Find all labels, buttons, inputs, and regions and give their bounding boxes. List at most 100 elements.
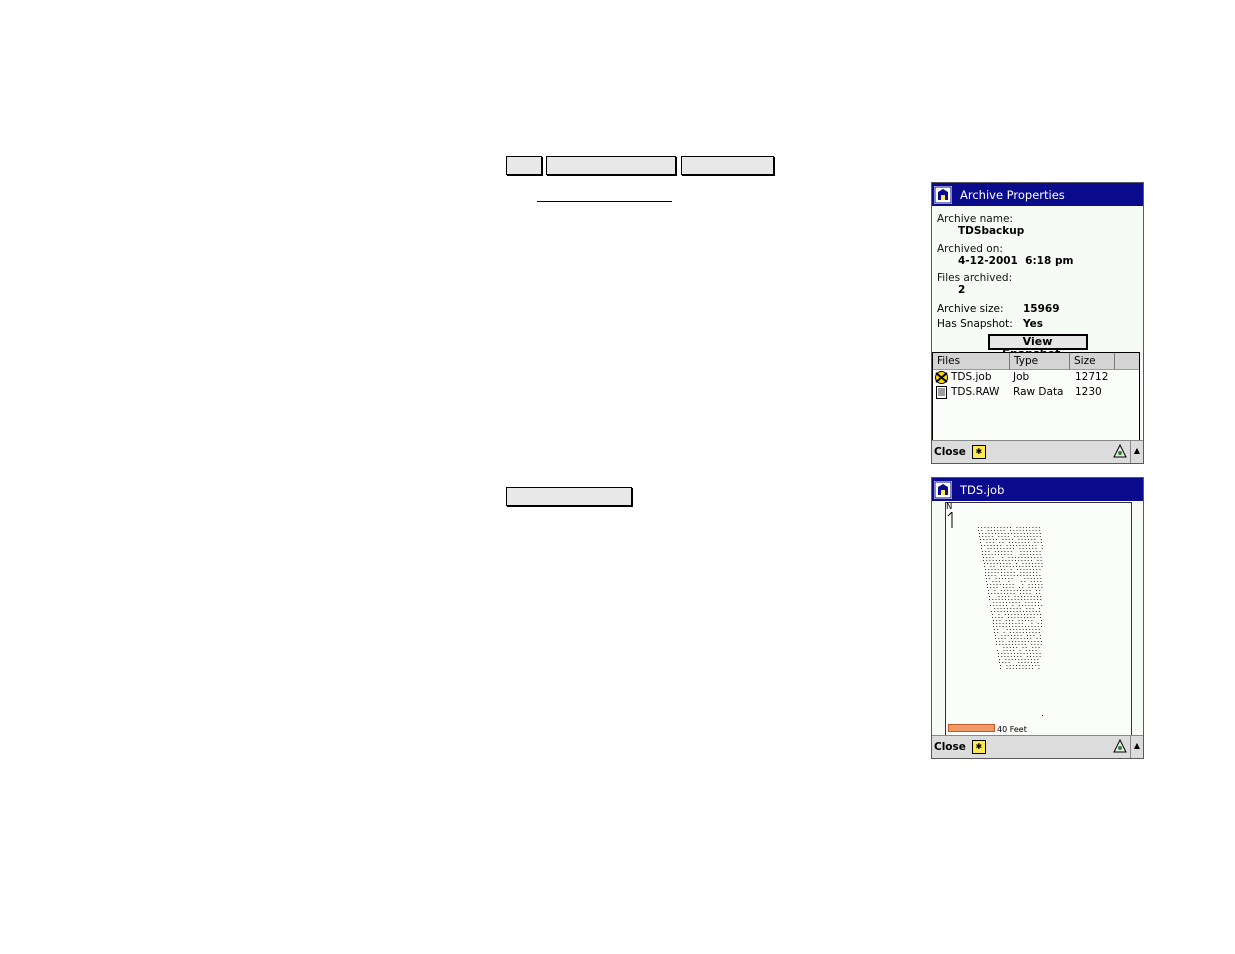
- survey-point: [1030, 635, 1031, 636]
- survey-point: [980, 542, 981, 543]
- survey-point: [988, 551, 989, 552]
- survey-point: [1002, 617, 1003, 618]
- survey-point: [1011, 638, 1012, 639]
- survey-point: [1021, 596, 1022, 597]
- survey-point: [979, 536, 980, 537]
- survey-point: [1040, 578, 1041, 579]
- warning-triangle-icon[interactable]: [1113, 444, 1127, 461]
- survey-point: [998, 551, 999, 552]
- close-button[interactable]: Close: [934, 741, 966, 753]
- column-header-type[interactable]: Type: [1010, 353, 1070, 369]
- survey-point: [1007, 575, 1008, 576]
- survey-point: [1036, 572, 1037, 573]
- file-type: Job: [1010, 370, 1070, 385]
- survey-point: [1006, 587, 1007, 588]
- blank-button-4[interactable]: [506, 487, 632, 506]
- survey-point: [1008, 551, 1009, 552]
- survey-point: [1000, 545, 1001, 546]
- survey-point: [1031, 560, 1032, 561]
- survey-point: [1026, 647, 1027, 648]
- sip-keyboard-icon[interactable]: ✱: [972, 445, 986, 459]
- scale-label: 40 Feet: [997, 725, 1027, 734]
- survey-point: [1014, 656, 1015, 657]
- survey-point: [1004, 527, 1005, 528]
- survey-point: [1041, 641, 1042, 642]
- survey-point: [1020, 551, 1021, 552]
- snapshot-map[interactable]: N 40 Feet: [945, 502, 1132, 737]
- blank-button-1[interactable]: [506, 156, 542, 175]
- survey-point: [1008, 656, 1009, 657]
- scroll-up-arrow-icon[interactable]: ▲: [1130, 441, 1143, 463]
- survey-point: [1011, 617, 1012, 618]
- warning-triangle-icon[interactable]: [1113, 739, 1127, 756]
- survey-point: [1014, 653, 1015, 654]
- survey-point: [1009, 560, 1010, 561]
- files-list[interactable]: Files Type Size TDS.job Job 12712 TDS.RA…: [932, 352, 1140, 446]
- survey-point: [1024, 596, 1025, 597]
- survey-point: [1001, 593, 1002, 594]
- survey-point: [999, 599, 1000, 600]
- survey-point: [1012, 542, 1013, 543]
- survey-point: [1032, 665, 1033, 666]
- survey-point: [999, 542, 1000, 543]
- survey-point: [1000, 602, 1001, 603]
- survey-point: [1041, 620, 1042, 621]
- blank-button-3[interactable]: [681, 156, 774, 175]
- survey-point: [1032, 530, 1033, 531]
- survey-point: [1033, 533, 1034, 534]
- column-header-size[interactable]: Size: [1070, 353, 1115, 369]
- survey-point: [1005, 578, 1006, 579]
- view-snapshot-button[interactable]: View Snapshot...: [988, 334, 1088, 350]
- survey-point: [989, 560, 990, 561]
- column-header-files[interactable]: Files: [933, 353, 1010, 369]
- list-item[interactable]: TDS.RAW Raw Data 1230: [933, 385, 1139, 400]
- survey-point: [1029, 548, 1030, 549]
- survey-point: [995, 554, 996, 555]
- survey-point: [1022, 626, 1023, 627]
- survey-point: [1028, 659, 1029, 660]
- survey-point: [1036, 554, 1037, 555]
- survey-point: [1020, 656, 1021, 657]
- survey-point: [1036, 590, 1037, 591]
- blank-button-2[interactable]: [546, 156, 676, 175]
- close-button[interactable]: Close: [934, 446, 966, 458]
- survey-point: [1034, 578, 1035, 579]
- survey-point: [1022, 623, 1023, 624]
- survey-point: [1019, 665, 1020, 666]
- survey-point: [1039, 590, 1040, 591]
- survey-point: [1008, 617, 1009, 618]
- survey-point: [1001, 554, 1002, 555]
- survey-point: [1039, 608, 1040, 609]
- survey-point: [996, 644, 997, 645]
- survey-point: [1040, 617, 1041, 618]
- survey-point: [1018, 662, 1019, 663]
- survey-point: [1008, 554, 1009, 555]
- survey-point: [1033, 572, 1034, 573]
- survey-point: [1032, 587, 1033, 588]
- survey-point: [993, 602, 994, 603]
- survey-point: [989, 596, 990, 597]
- survey-point: [1016, 566, 1017, 567]
- survey-point: [1038, 668, 1039, 669]
- survey-point: [1021, 662, 1022, 663]
- survey-point: [1002, 539, 1003, 540]
- survey-point: [1041, 557, 1042, 558]
- survey-point: [1005, 596, 1006, 597]
- survey-point: [1009, 542, 1010, 543]
- survey-point: [1016, 545, 1017, 546]
- survey-point: [982, 554, 983, 555]
- survey-point: [1033, 653, 1034, 654]
- scroll-up-arrow-icon[interactable]: ▲: [1130, 736, 1143, 758]
- survey-point: [1024, 617, 1025, 618]
- survey-point: [1004, 611, 1005, 612]
- survey-point: [987, 548, 988, 549]
- sip-keyboard-icon[interactable]: ✱: [972, 740, 986, 754]
- survey-point: [1032, 632, 1033, 633]
- survey-point: [1039, 629, 1040, 630]
- survey-point: [1013, 566, 1014, 567]
- survey-point: [1000, 548, 1001, 549]
- survey-point: [993, 542, 994, 543]
- survey-point: [1028, 602, 1029, 603]
- list-item[interactable]: TDS.job Job 12712: [933, 370, 1139, 385]
- survey-point: [1005, 614, 1006, 615]
